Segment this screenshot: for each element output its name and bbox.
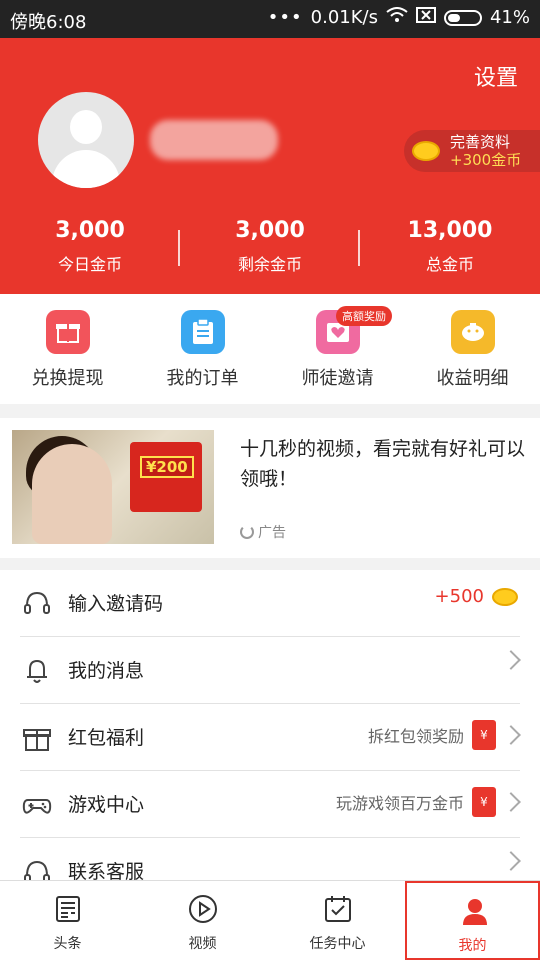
tab-video[interactable]: 视频 xyxy=(135,881,270,960)
menu-red-packet[interactable]: 红包福利 拆红包领奖励 ¥ xyxy=(0,704,540,771)
bottom-tab-bar: 头条 视频 任务中心 我的 xyxy=(0,880,540,960)
ad-label-text: 广告 xyxy=(258,525,286,541)
stat-label: 总金币 xyxy=(425,255,474,274)
settings-button[interactable]: 设置 xyxy=(474,60,518,92)
sim-icon xyxy=(415,7,436,28)
piggy-bank-icon xyxy=(451,310,495,354)
red-envelope-icon: ¥200 xyxy=(130,442,202,512)
user-icon xyxy=(459,895,491,927)
chevron-right-icon xyxy=(501,650,521,670)
ad-card[interactable]: ¥200 十几秒的视频，看完就有好礼可以领哦！ 广告 xyxy=(0,418,540,558)
stat-today: 3,000 今日金币 xyxy=(0,218,180,275)
calendar-check-icon xyxy=(322,893,354,925)
menu-game-center[interactable]: 游戏中心 玩游戏领百万金币 ¥ xyxy=(0,771,540,838)
news-icon xyxy=(52,893,84,925)
menu-messages[interactable]: 我的消息 xyxy=(0,637,540,704)
gift-box-icon xyxy=(22,724,52,752)
tab-me[interactable]: 我的 xyxy=(405,881,540,960)
menu-hint: 拆红包领奖励 xyxy=(367,727,464,746)
stat-label: 剩余金币 xyxy=(237,255,302,274)
menu-label: 输入邀请码 xyxy=(68,593,164,615)
tab-label: 视频 xyxy=(188,936,217,952)
action-label: 兑换提现 xyxy=(31,368,104,389)
gold-coin-icon xyxy=(412,141,440,161)
ad-image: ¥200 xyxy=(12,430,214,544)
action-label: 我的订单 xyxy=(166,368,239,389)
stat-value: 13,000 xyxy=(407,218,493,243)
action-label: 师徒邀请 xyxy=(301,368,374,389)
battery-percent: 41% xyxy=(489,7,530,28)
red-envelope-icon: ¥ xyxy=(472,720,496,750)
menu-label: 我的消息 xyxy=(68,660,145,682)
complete-profile-label: 完善资料 xyxy=(450,133,511,151)
menu-customer-service[interactable]: 联系客服 xyxy=(0,838,540,880)
tab-tasks[interactable]: 任务中心 xyxy=(270,881,405,960)
menu-list: 输入邀请码 +500 我的消息 红包福利 拆红包领奖励 ¥ 游戏中心 玩游戏领百… xyxy=(0,570,540,880)
headset-icon xyxy=(22,590,52,618)
promo-badge: 高额奖励 xyxy=(336,306,392,326)
tab-headlines[interactable]: 头条 xyxy=(0,881,135,960)
username-blurred xyxy=(150,120,278,160)
invite-reward: +500 xyxy=(434,586,484,607)
clipboard-icon xyxy=(181,310,225,354)
battery-icon xyxy=(443,9,482,26)
stat-label: 今日金币 xyxy=(57,255,122,274)
quick-actions: 兑换提现 我的订单 高额奖励 师徒邀请 收益明细 xyxy=(0,294,540,404)
tab-label: 头条 xyxy=(53,936,82,952)
tab-label: 我的 xyxy=(458,938,487,954)
action-orders[interactable]: 我的订单 xyxy=(135,294,270,404)
red-envelope-icon: ¥ xyxy=(472,787,496,817)
ad-image-amount: ¥200 xyxy=(140,456,194,478)
menu-invite-code[interactable]: 输入邀请码 +500 xyxy=(0,570,540,637)
ad-title: 十几秒的视频，看完就有好礼可以领哦！ xyxy=(240,438,526,490)
action-redeem[interactable]: 兑换提现 xyxy=(0,294,135,404)
gamepad-icon xyxy=(22,791,52,819)
menu-label: 红包福利 xyxy=(68,727,145,749)
ad-loading-icon xyxy=(240,525,254,539)
status-bar: 傍晚6:08 ••• 0.01K/s 41% xyxy=(0,0,540,38)
coin-stats: 3,000 今日金币 3,000 剩余金币 13,000 总金币 xyxy=(0,218,540,275)
customer-service-icon xyxy=(22,858,52,880)
chevron-right-icon xyxy=(501,851,521,871)
chevron-right-icon xyxy=(501,792,521,812)
stat-value: 3,000 xyxy=(55,218,125,243)
signal-dots-icon: ••• xyxy=(267,7,303,28)
menu-label: 联系客服 xyxy=(68,861,145,880)
stat-value: 3,000 xyxy=(235,218,305,243)
action-label: 收益明细 xyxy=(436,368,509,389)
bell-icon xyxy=(22,657,52,685)
menu-hint: 玩游戏领百万金币 xyxy=(335,794,464,813)
ad-label: 广告 xyxy=(240,522,286,542)
action-invite[interactable]: 高额奖励 师徒邀请 xyxy=(270,294,405,404)
action-earnings[interactable]: 收益明细 xyxy=(405,294,540,404)
status-time: 傍晚6:08 xyxy=(10,12,87,33)
complete-profile-reward: +300金币 xyxy=(450,151,522,169)
network-speed: 0.01K/s xyxy=(310,7,378,28)
play-icon xyxy=(187,893,219,925)
avatar[interactable] xyxy=(38,92,134,188)
gift-icon xyxy=(46,310,90,354)
menu-label: 游戏中心 xyxy=(68,794,145,816)
profile-header: 设置 完善资料 +300金币 3,000 今日金币 3,000 剩余金币 13,… xyxy=(0,38,540,294)
stat-total: 13,000 总金币 xyxy=(360,218,540,275)
stat-remaining: 3,000 剩余金币 xyxy=(180,218,360,275)
gold-coin-icon xyxy=(492,587,518,606)
wifi-icon xyxy=(386,7,408,28)
chevron-right-icon xyxy=(501,725,521,745)
complete-profile-button[interactable]: 完善资料 +300金币 xyxy=(404,130,540,172)
tab-label: 任务中心 xyxy=(309,936,366,952)
